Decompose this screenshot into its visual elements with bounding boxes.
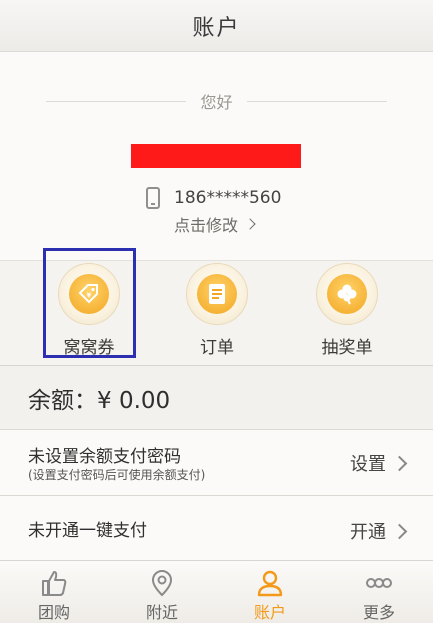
tab-bar: 团购 附近 账户 更多	[0, 560, 433, 623]
clover-icon	[327, 274, 367, 314]
edit-profile-link[interactable]: 点击修改	[174, 212, 256, 236]
phone-row: 186*****560	[146, 186, 281, 210]
order-icon	[197, 274, 237, 314]
greeting-row: 您好	[0, 90, 433, 112]
tab-account[interactable]: 账户	[216, 561, 324, 623]
highlight-box	[43, 248, 136, 358]
chevron-right-icon	[391, 455, 408, 471]
nav-bar: 账户	[0, 0, 433, 52]
shortcut-icon-frame	[316, 263, 378, 325]
user-icon	[257, 570, 283, 597]
row-title: 未设置余额支付密码	[28, 447, 181, 467]
payment-password-row[interactable]: 未设置余额支付密码 (设置支付密码后可使用余额支付) 设置	[0, 429, 433, 495]
thumbs-up-icon	[42, 571, 67, 596]
enable-one-click-button[interactable]: 开通	[350, 518, 408, 544]
tab-label: 更多	[362, 603, 395, 622]
greeting-text: 您好	[200, 93, 233, 112]
location-pin-icon	[151, 570, 173, 597]
phone-number: 186*****560	[174, 188, 282, 208]
divider	[46, 100, 187, 102]
tab-label: 账户	[253, 603, 286, 622]
edit-profile-label: 点击修改	[174, 216, 239, 235]
phone-icon	[146, 187, 160, 209]
username-redaction	[131, 144, 301, 168]
shortcut-label: 订单	[200, 338, 234, 358]
profile-card: 您好 186*****560 点击修改	[0, 52, 433, 260]
row-action-label: 设置	[350, 454, 386, 475]
shortcut-lottery[interactable]: 抽奖单	[299, 261, 395, 367]
more-icon	[366, 578, 392, 588]
shortcut-icon-frame	[186, 263, 248, 325]
one-click-pay-row[interactable]: 未开通一键支付 开通	[0, 495, 433, 561]
set-password-button[interactable]: 设置	[350, 450, 408, 476]
divider	[246, 100, 387, 102]
row-subtitle: (设置支付密码后可使用余额支付)	[28, 468, 206, 482]
shortcut-orders[interactable]: 订单	[169, 261, 265, 367]
tab-label: 附近	[145, 603, 178, 622]
row-title: 未开通一键支付	[28, 521, 147, 541]
tab-group-buy[interactable]: 团购	[0, 561, 108, 623]
tab-more[interactable]: 更多	[325, 561, 433, 623]
chevron-right-icon	[391, 523, 408, 539]
tab-label: 团购	[37, 603, 70, 622]
shortcut-label: 抽奖单	[321, 338, 373, 358]
row-action-label: 开通	[350, 522, 386, 543]
page-title: 账户	[192, 15, 241, 41]
tab-nearby[interactable]: 附近	[108, 561, 216, 623]
chevron-right-icon	[244, 218, 256, 230]
balance-label: 余额：¥ 0.00	[0, 367, 433, 429]
